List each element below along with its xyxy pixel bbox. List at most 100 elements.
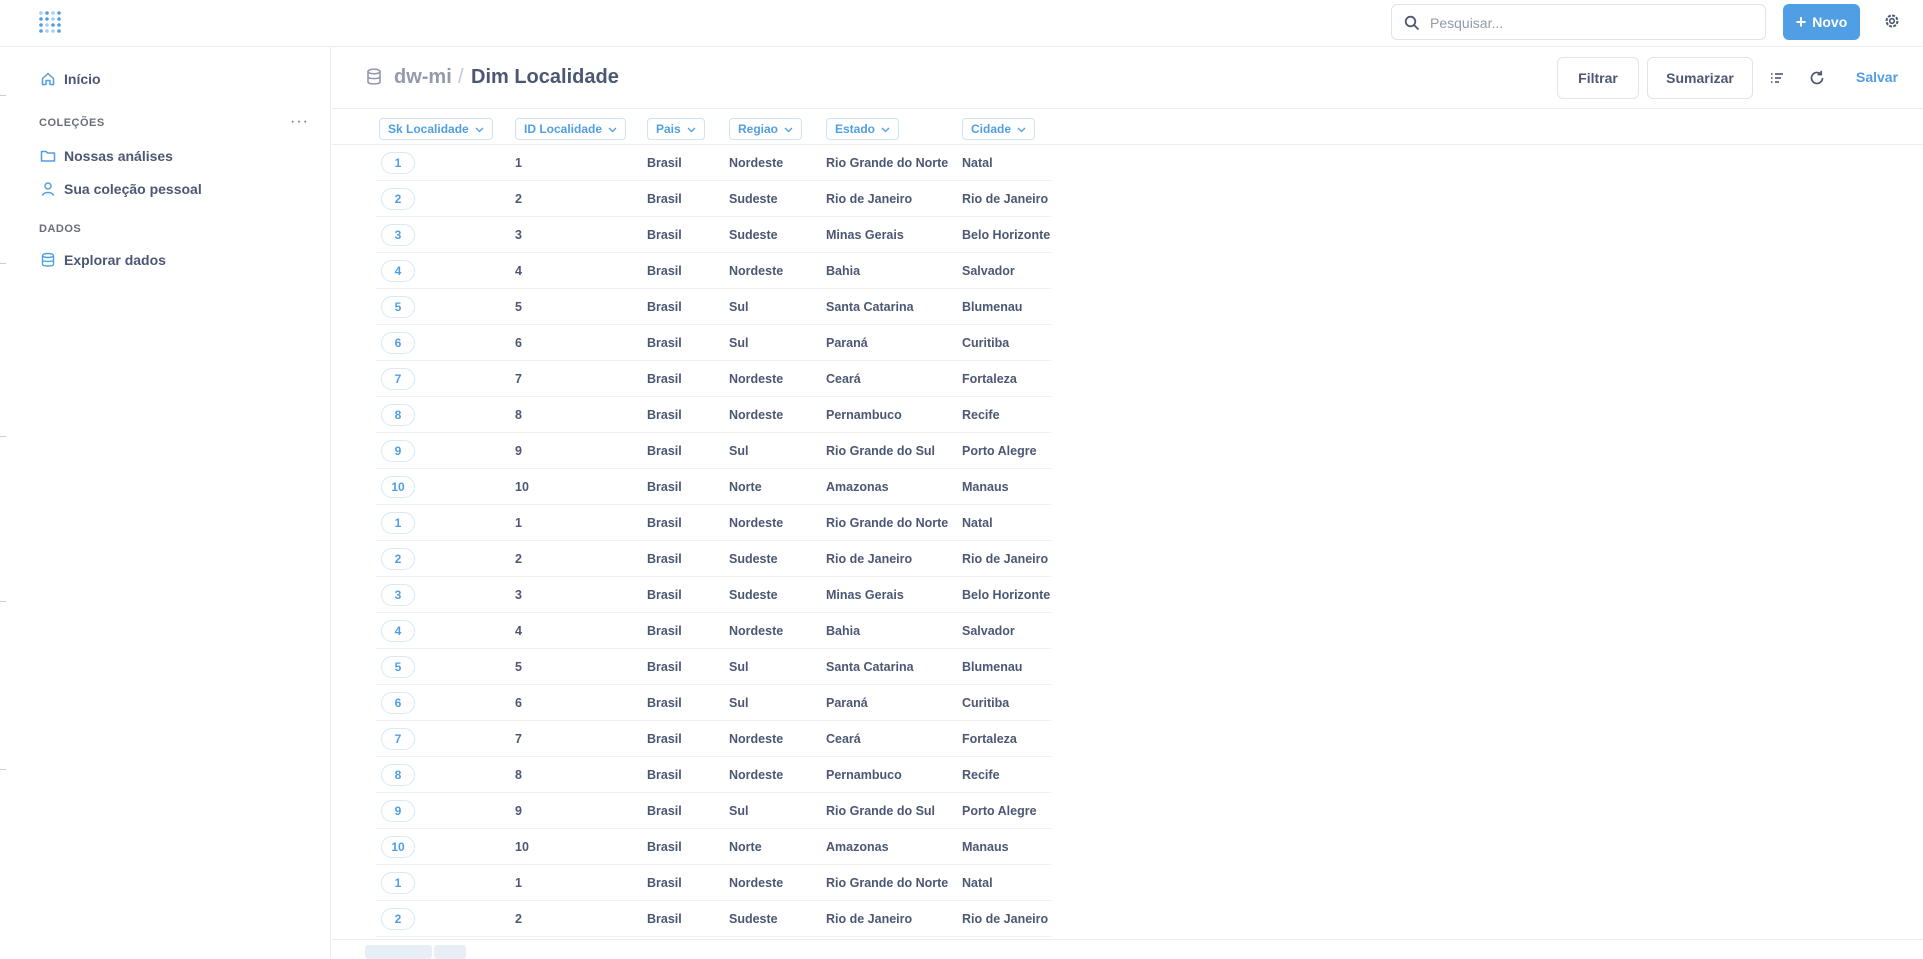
table-cell: Amazonas (826, 840, 889, 854)
search-icon (1404, 15, 1420, 31)
sidebar-item-label: Nossas análises (64, 148, 173, 164)
table-cell: Sul (729, 300, 749, 314)
table-cell: 1 (515, 876, 522, 890)
table-cell: Rio de Janeiro (962, 912, 1049, 926)
sidebar-item-collection[interactable]: Sua coleção pessoal (40, 181, 202, 197)
sk-localidade-pill[interactable]: 6 (381, 332, 415, 354)
sidebar-divider (0, 95, 6, 96)
table-cell: Rio Grande do Sul (826, 444, 936, 458)
table-cell: Sul (729, 444, 749, 458)
table-row: 1 1 Brasil Nordeste Rio Grande do Norte Natal (375, 505, 1051, 541)
home-icon (41, 72, 55, 86)
table-cell: Nordeste (729, 264, 784, 278)
table-cell: Natal (962, 876, 993, 890)
footer-control[interactable] (434, 945, 466, 959)
sk-localidade-pill[interactable]: 5 (381, 656, 415, 678)
table-cell: Rio Grande do Sul (826, 804, 936, 818)
table-cell: Nordeste (729, 876, 784, 890)
sidebar-divider (0, 769, 6, 770)
sk-localidade-pill[interactable]: 9 (381, 440, 415, 462)
sk-localidade-pill[interactable]: 1 (381, 872, 415, 894)
sk-localidade-pill[interactable]: 1 (381, 512, 415, 534)
sk-localidade-pill[interactable]: 10 (381, 476, 415, 498)
table-row: 7 7 Brasil Nordeste Ceará Fortaleza (375, 361, 1051, 397)
chevron-down-icon (1017, 127, 1026, 132)
more-options-icon[interactable]: ··· (290, 113, 309, 131)
sk-localidade-pill[interactable]: 2 (381, 188, 415, 210)
table-cell: Brasil (647, 588, 682, 602)
sidebar-item-home[interactable]: Início (40, 71, 101, 87)
sk-localidade-pill[interactable]: 8 (381, 764, 415, 786)
new-button-label: Novo (1812, 14, 1848, 30)
column-header-cidade[interactable]: Cidade (962, 118, 1036, 140)
top-bar: Pesquisar... + Novo (0, 0, 1923, 47)
list-settings-icon[interactable] (1768, 69, 1786, 87)
column-header-pais[interactable]: Pais (647, 118, 705, 140)
sk-localidade-pill[interactable]: 2 (381, 548, 415, 570)
database-icon (367, 68, 381, 85)
table-cell: Brasil (647, 912, 682, 926)
table-footer (332, 939, 1923, 959)
filter-button[interactable]: Filtrar (1557, 57, 1639, 99)
table-row: 6 6 Brasil Sul Paraná Curitiba (375, 685, 1051, 721)
table-row: 9 9 Brasil Sul Rio Grande do Sul Porto Alegre (375, 793, 1051, 829)
table-cell: 7 (515, 732, 522, 746)
sk-localidade-pill[interactable]: 7 (381, 728, 415, 750)
table-cell: Sul (729, 804, 749, 818)
person-icon (41, 182, 55, 196)
column-header-regiao[interactable]: Regiao (729, 118, 803, 140)
table-row: 6 6 Brasil Sul Paraná Curitiba (375, 325, 1051, 361)
table-cell: Brasil (647, 696, 682, 710)
refresh-icon[interactable] (1808, 69, 1826, 87)
sk-localidade-pill[interactable]: 5 (381, 296, 415, 318)
sk-localidade-pill[interactable]: 7 (381, 368, 415, 390)
summarize-button[interactable]: Sumarizar (1647, 57, 1753, 99)
metabase-logo-icon[interactable] (38, 10, 64, 36)
sidebar-item-explore-data[interactable]: Explorar dados (40, 252, 166, 268)
search-placeholder: Pesquisar... (1430, 15, 1504, 31)
sk-localidade-pill[interactable]: 2 (381, 908, 415, 930)
sk-localidade-pill[interactable]: 6 (381, 692, 415, 714)
table-cell: Natal (962, 156, 993, 170)
sk-localidade-pill[interactable]: 3 (381, 224, 415, 246)
table-cell: Sudeste (729, 552, 778, 566)
table-cell: 2 (515, 192, 522, 206)
table-cell: Nordeste (729, 624, 784, 638)
column-header-estado[interactable]: Estado (826, 118, 900, 140)
sk-localidade-pill[interactable]: 4 (381, 620, 415, 642)
column-header-id-localidade[interactable]: ID Localidade (515, 118, 627, 140)
sk-localidade-pill[interactable]: 10 (381, 836, 415, 858)
table-cell: Amazonas (826, 480, 889, 494)
table-row: 1 1 Brasil Nordeste Rio Grande do Norte Natal (375, 145, 1051, 181)
column-header-sk-localidade[interactable]: Sk Localidade (379, 118, 493, 140)
table-row: 3 3 Brasil Sudeste Minas Gerais Belo Horizont… (375, 577, 1051, 613)
breadcrumb-separator: / (458, 66, 464, 88)
sk-localidade-pill[interactable]: 4 (381, 260, 415, 282)
table-cell: Brasil (647, 408, 682, 422)
table-cell: 5 (515, 300, 522, 314)
footer-control[interactable] (365, 945, 432, 959)
search-input[interactable]: Pesquisar... (1391, 4, 1766, 40)
sk-localidade-pill[interactable]: 1 (381, 152, 415, 174)
gear-icon[interactable] (1883, 12, 1901, 30)
sk-localidade-pill[interactable]: 3 (381, 584, 415, 606)
table-cell: Belo Horizonte (962, 228, 1051, 242)
table-cell: Sudeste (729, 192, 778, 206)
table-cell: Recife (962, 768, 1000, 782)
table-cell: Minas Gerais (826, 588, 904, 602)
table-cell: Rio de Janeiro (962, 552, 1049, 566)
sk-localidade-pill[interactable]: 8 (381, 404, 415, 426)
table-cell: 2 (515, 912, 522, 926)
table-cell: Curitiba (962, 336, 1010, 350)
sk-localidade-pill[interactable]: 9 (381, 800, 415, 822)
save-link[interactable]: Salvar (1856, 69, 1898, 85)
breadcrumb-database[interactable]: dw-mi (394, 66, 452, 89)
new-button[interactable]: + Novo (1783, 4, 1860, 40)
table-cell: Paraná (826, 336, 868, 350)
table-cell: Blumenau (962, 660, 1023, 674)
table-row: 3 3 Brasil Sudeste Minas Gerais Belo Horizont… (375, 217, 1051, 253)
table-header: Sk Localidade ID Localidade Pais Regiao … (332, 109, 1923, 145)
sidebar-item-collection[interactable]: Nossas análises (40, 148, 173, 164)
table-cell: Brasil (647, 372, 682, 386)
table-cell: Brasil (647, 876, 682, 890)
